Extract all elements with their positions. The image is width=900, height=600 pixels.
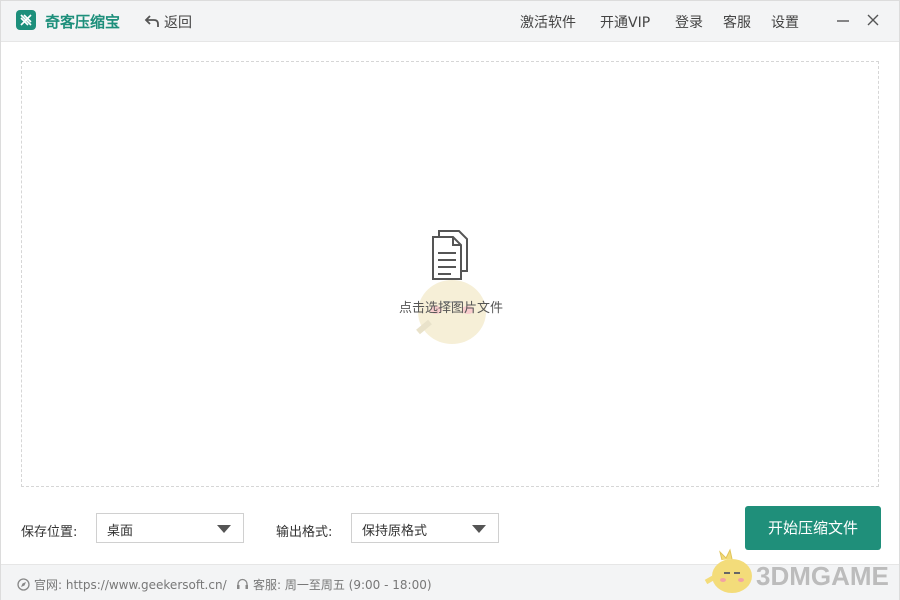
site-watermark: 3DMGAME [704, 548, 900, 598]
file-drop-zone[interactable]: 点击选择图片文件 [21, 61, 879, 487]
support-text: 客服: 周一至周五 (9:00 - 18:00) [253, 578, 432, 592]
login-link[interactable]: 登录 [675, 12, 703, 32]
compass-icon [17, 578, 30, 591]
document-icon [432, 230, 468, 280]
app-window: 奇客压缩宝 返回 激活软件 开通VIP 登录 客服 设置 点击选择图片文件 保存… [0, 0, 900, 600]
output-format-label: 输出格式: [276, 525, 333, 540]
back-button[interactable]: 返回 [144, 12, 192, 32]
start-compress-button[interactable]: 开始压缩文件 [745, 506, 881, 550]
output-format-value: 保持原格式 [362, 524, 428, 539]
website-text: 官网: https://www.geekersoft.cn/ [34, 578, 227, 592]
drop-zone-hint: 点击选择图片文件 [398, 301, 503, 316]
chevron-down-icon [217, 525, 231, 533]
save-location-select[interactable]: 桌面 [96, 513, 244, 543]
output-format-select[interactable]: 保持原格式 [351, 513, 499, 543]
watermark-text: 3DMGAME [756, 561, 889, 591]
app-name: 奇客压缩宝 [45, 13, 121, 31]
mascot-icon [704, 548, 752, 593]
chevron-down-icon [472, 525, 486, 533]
save-location-label: 保存位置: [21, 525, 78, 540]
close-icon[interactable] [864, 11, 882, 29]
headset-icon [236, 578, 249, 591]
website-link[interactable]: 官网: https://www.geekersoft.cn/ [17, 576, 227, 593]
open-vip-link[interactable]: 开通VIP [600, 12, 650, 32]
app-logo-icon [16, 10, 36, 30]
minimize-icon[interactable] [834, 11, 852, 29]
back-label: 返回 [164, 15, 192, 31]
save-location-value: 桌面 [107, 524, 134, 539]
settings-link[interactable]: 设置 [771, 12, 799, 32]
title-bar: 奇客压缩宝 返回 激活软件 开通VIP 登录 客服 设置 [1, 1, 899, 42]
back-arrow-icon [144, 14, 160, 28]
activate-software-link[interactable]: 激活软件 [520, 12, 576, 32]
support-hours: 客服: 周一至周五 (9:00 - 18:00) [236, 576, 432, 593]
support-link[interactable]: 客服 [723, 12, 751, 32]
